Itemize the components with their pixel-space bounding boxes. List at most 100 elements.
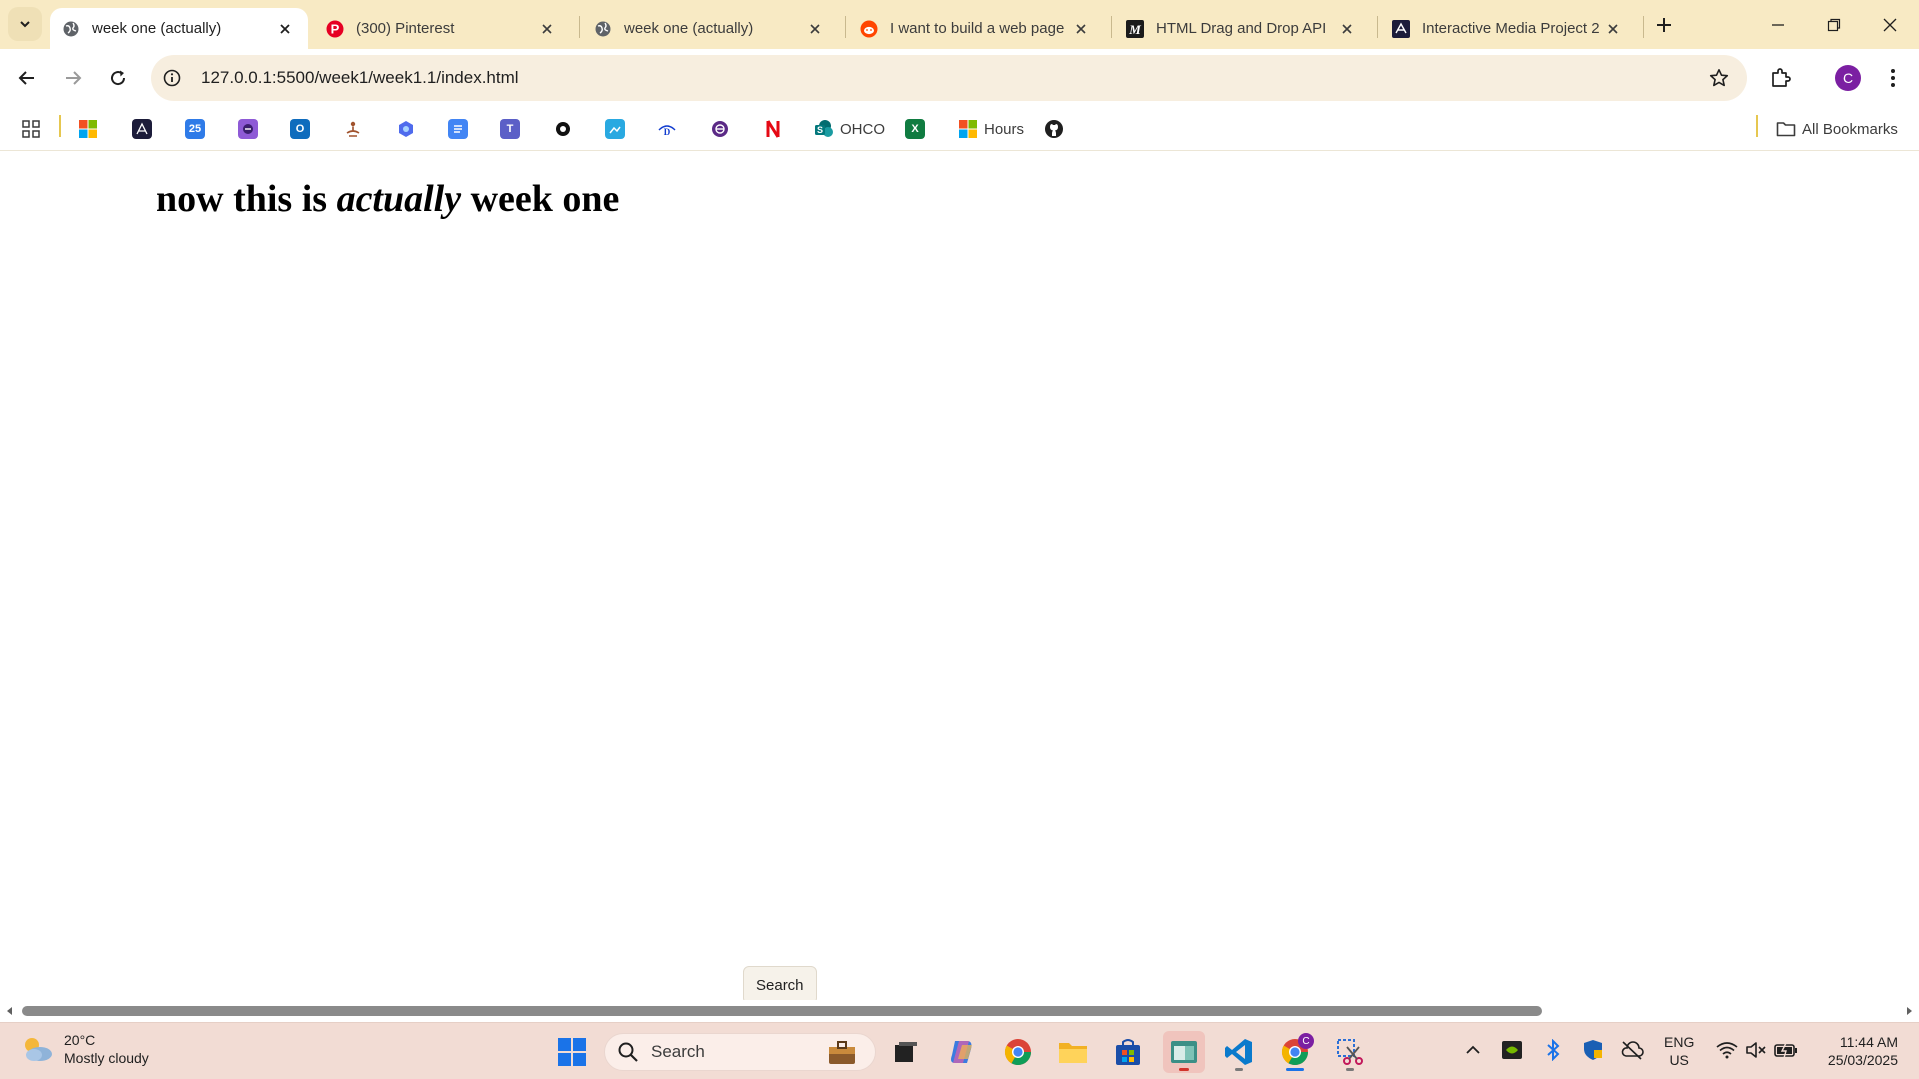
scrollbar-thumb[interactable] xyxy=(22,1006,1542,1016)
bookmark-teams[interactable]: T xyxy=(500,116,520,142)
store-icon xyxy=(1116,1039,1140,1065)
close-icon[interactable] xyxy=(536,18,558,40)
language-indicator[interactable]: ENG US xyxy=(1664,1033,1694,1069)
tab-interactive-media[interactable]: Interactive Media Project 2 xyxy=(1380,8,1636,49)
close-icon[interactable] xyxy=(1070,18,1092,40)
tab-mdn[interactable]: M HTML Drag and Drop API xyxy=(1114,8,1370,49)
bookmark-hexagon-app[interactable] xyxy=(396,116,416,142)
bookmark-circle-app[interactable] xyxy=(553,116,573,142)
restore-button[interactable] xyxy=(1806,0,1862,49)
bookmark-hours[interactable]: Hours xyxy=(958,116,1024,142)
bookmark-meditation[interactable] xyxy=(343,116,363,142)
excel-icon: X xyxy=(905,119,925,139)
netflix-icon xyxy=(763,119,783,139)
tab-week-one[interactable]: week one (actually) xyxy=(582,8,838,49)
site-info-icon[interactable] xyxy=(159,65,185,91)
taskbar-app-chrome-profile[interactable]: C xyxy=(1274,1031,1316,1073)
tab-separator xyxy=(1643,16,1644,38)
battery-charging-icon xyxy=(1774,1042,1797,1058)
tab-week-one-active[interactable]: week one (actually) xyxy=(50,8,308,49)
outlook-icon: O xyxy=(290,119,310,139)
bookmark-institution[interactable] xyxy=(132,116,152,142)
profile-button[interactable]: C xyxy=(1830,60,1866,96)
close-icon[interactable] xyxy=(1602,18,1624,40)
bookmark-purple-app[interactable] xyxy=(238,116,258,142)
bookmark-docs[interactable] xyxy=(448,116,468,142)
teams-icon: T xyxy=(500,119,520,139)
taskbar-search-label: Search xyxy=(651,1042,705,1061)
tab-title: Interactive Media Project 2 xyxy=(1422,20,1600,37)
browser-toolbar: 127.0.0.1:5500/week1/week1.1/index.html … xyxy=(0,49,1919,107)
extensions-button[interactable] xyxy=(1763,60,1799,96)
close-icon[interactable] xyxy=(1336,18,1358,40)
taskbar-app-taskview[interactable] xyxy=(885,1031,927,1073)
taskbar-app-snipping-tool[interactable] xyxy=(1329,1031,1371,1073)
tray-battery[interactable] xyxy=(1773,1037,1799,1063)
close-window-button[interactable] xyxy=(1862,0,1918,49)
forward-button[interactable] xyxy=(55,60,91,96)
scissors-icon xyxy=(1337,1039,1363,1065)
heading-text: now this is xyxy=(156,178,337,220)
bookmark-calendar[interactable]: 25 xyxy=(185,116,205,142)
weather-temp: 20°C xyxy=(64,1032,96,1048)
system-clock[interactable]: 11:44 AM 25/03/2025 xyxy=(1812,1033,1898,1069)
minimize-button[interactable] xyxy=(1750,0,1806,49)
bookmark-excel[interactable]: X xyxy=(905,116,925,142)
address-bar[interactable]: 127.0.0.1:5500/week1/week1.1/index.html xyxy=(151,55,1747,101)
arrow-right-icon xyxy=(66,71,82,85)
taskbar-search-box[interactable]: Search xyxy=(604,1033,876,1071)
start-button[interactable] xyxy=(551,1031,593,1073)
bookmark-label: Hours xyxy=(984,120,1025,138)
tray-nvidia[interactable] xyxy=(1499,1037,1525,1063)
taskbar-app-file-explorer[interactable] xyxy=(1052,1031,1094,1073)
bookmark-microsoft[interactable] xyxy=(78,116,98,142)
reload-button[interactable] xyxy=(100,60,136,96)
bookmark-github[interactable] xyxy=(1044,116,1064,142)
taskbar-app-store[interactable] xyxy=(1107,1031,1149,1073)
new-tab-button[interactable] xyxy=(1649,10,1679,40)
close-icon[interactable] xyxy=(804,18,826,40)
taskbar-app-editor[interactable] xyxy=(1163,1031,1205,1073)
bookmark-outlook[interactable]: O xyxy=(290,116,310,142)
shield-icon xyxy=(1584,1040,1602,1060)
globe-icon xyxy=(62,20,80,38)
bookmark-label: OHCO xyxy=(840,120,885,138)
search-tooltip: Search xyxy=(743,966,817,1004)
taskbar-app-chrome[interactable] xyxy=(997,1031,1039,1073)
back-button[interactable] xyxy=(9,60,45,96)
tab-reddit[interactable]: I want to build a web page xyxy=(848,8,1104,49)
microsoft-icon xyxy=(958,119,978,139)
tray-volume[interactable] xyxy=(1743,1037,1769,1063)
tab-search-button[interactable] xyxy=(8,7,42,41)
tray-onedrive[interactable] xyxy=(1619,1037,1645,1063)
bookmark-ohco[interactable]: S OHCO xyxy=(814,116,885,142)
github-icon xyxy=(1044,119,1064,139)
apps-grid-icon xyxy=(21,119,41,139)
tray-overflow-button[interactable] xyxy=(1460,1037,1486,1063)
tray-security[interactable] xyxy=(1580,1037,1606,1063)
bookmark-netflix[interactable] xyxy=(763,116,783,142)
weather-widget[interactable]: 20°C Mostly cloudy xyxy=(20,1031,149,1067)
tab-separator xyxy=(579,16,580,38)
bookmark-image-app[interactable] xyxy=(605,116,625,142)
calendar-icon: 25 xyxy=(185,119,205,139)
close-icon[interactable] xyxy=(274,18,296,40)
tray-bluetooth[interactable] xyxy=(1540,1037,1566,1063)
apps-shortcut[interactable] xyxy=(21,116,41,142)
scroll-right-icon[interactable] xyxy=(1903,1005,1915,1017)
close-icon xyxy=(1883,18,1897,31)
scroll-left-icon[interactable] xyxy=(4,1005,16,1017)
tab-pinterest[interactable]: P (300) Pinterest xyxy=(314,8,570,49)
chevron-up-icon xyxy=(1466,1045,1480,1054)
tray-wifi[interactable] xyxy=(1714,1037,1740,1063)
all-bookmarks-button[interactable]: All Bookmarks xyxy=(1776,116,1898,142)
taskbar-app-vscode[interactable] xyxy=(1218,1031,1260,1073)
bookmark-disney[interactable]: D xyxy=(657,116,677,142)
taskbar-app-copilot[interactable] xyxy=(941,1031,983,1073)
bookmark-purple-circle[interactable] xyxy=(710,116,730,142)
horizontal-scrollbar[interactable] xyxy=(0,1000,1919,1022)
clock-time: 11:44 AM xyxy=(1839,1034,1898,1050)
meditation-icon xyxy=(343,119,363,139)
bookmark-star-icon[interactable] xyxy=(1707,66,1731,90)
menu-button[interactable] xyxy=(1875,60,1911,96)
